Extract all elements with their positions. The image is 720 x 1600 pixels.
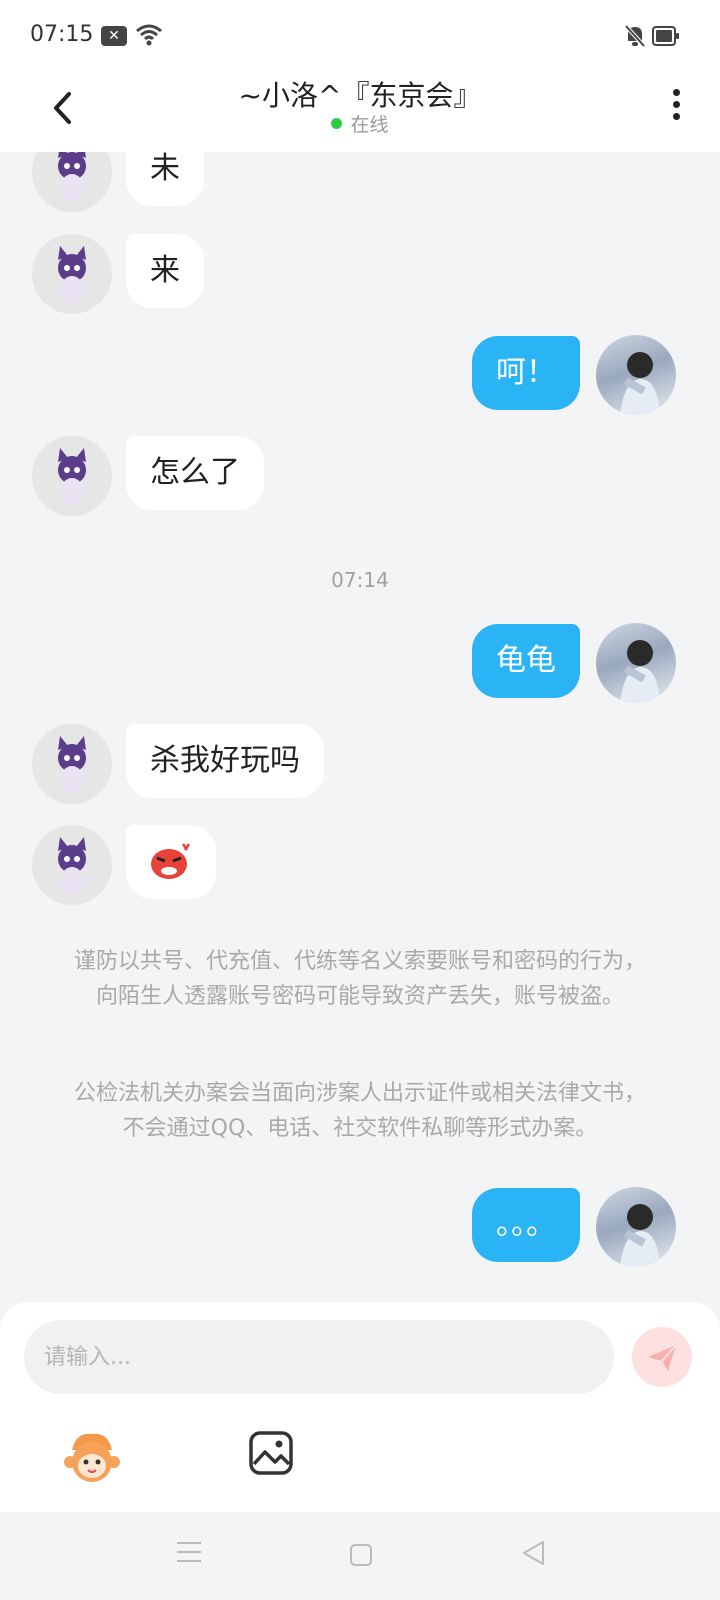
contact-avatar[interactable] (32, 724, 112, 804)
monkey-emoji-icon (64, 1433, 120, 1482)
message-bubble[interactable]: 杀我好玩吗 (126, 724, 324, 798)
more-options-button[interactable] (664, 84, 688, 132)
system-navigation-bar (0, 1512, 720, 1600)
my-avatar[interactable] (596, 623, 676, 703)
status-time: 07:15 (30, 22, 94, 47)
image-button[interactable] (248, 1430, 294, 1476)
recent-apps-icon[interactable] (176, 1540, 202, 1564)
message-bubble[interactable]: 来 (126, 234, 204, 308)
online-dot-icon (331, 118, 343, 129)
contact-avatar[interactable] (32, 152, 112, 212)
battery-icon (652, 26, 679, 46)
home-icon[interactable] (349, 1543, 373, 1567)
nav-back-icon[interactable] (521, 1540, 545, 1566)
notification-icon: ✕ (101, 26, 127, 46)
image-icon (249, 1431, 293, 1475)
legal-notice: 公检法机关办案会当面向涉案人出示证件或相关法律文书，不会通过QQ、电话、社交软件… (73, 1081, 646, 1141)
send-button[interactable] (632, 1327, 692, 1387)
message-bubble[interactable]: 龟龟 (472, 624, 580, 698)
message-bubble[interactable]: 怎么了 (126, 436, 264, 510)
send-icon (648, 1344, 677, 1371)
contact-avatar[interactable] (32, 825, 112, 905)
contact-name: ~小洛^『东京会』 (238, 79, 482, 112)
message-bubble[interactable]: 。。。 (472, 1188, 580, 1262)
online-status: 在线 (0, 110, 720, 137)
contact-avatar[interactable] (32, 234, 112, 314)
message-list[interactable]: 未 来 呵！ 怎么了 07:14 龟龟 杀我好玩吗 谨防以共号、代充值、代练等名… (0, 152, 720, 1302)
message-bubble[interactable]: 呵！ (472, 336, 580, 410)
security-notice: 谨防以共号、代充值、代练等名义索要账号和密码的行为，向陌生人透露账号密码可能导致… (73, 949, 646, 1009)
online-status-label: 在线 (350, 114, 389, 136)
wifi-icon (136, 24, 162, 46)
emoji-button[interactable] (62, 1428, 122, 1488)
angry-face-sticker-icon (151, 843, 191, 879)
sticker-bubble[interactable] (126, 825, 216, 899)
contact-avatar[interactable] (32, 436, 112, 516)
message-timestamp: 07:14 (331, 568, 389, 592)
input-bar (0, 1302, 720, 1512)
my-avatar[interactable] (596, 1187, 676, 1267)
message-bubble[interactable]: 未 (126, 152, 204, 206)
status-bar: 07:15 ✕ (0, 0, 720, 72)
my-avatar[interactable] (596, 335, 676, 415)
message-input[interactable] (24, 1320, 614, 1394)
chat-header: ~小洛^『东京会』 在线 (0, 72, 720, 152)
mute-bell-icon (624, 24, 646, 48)
